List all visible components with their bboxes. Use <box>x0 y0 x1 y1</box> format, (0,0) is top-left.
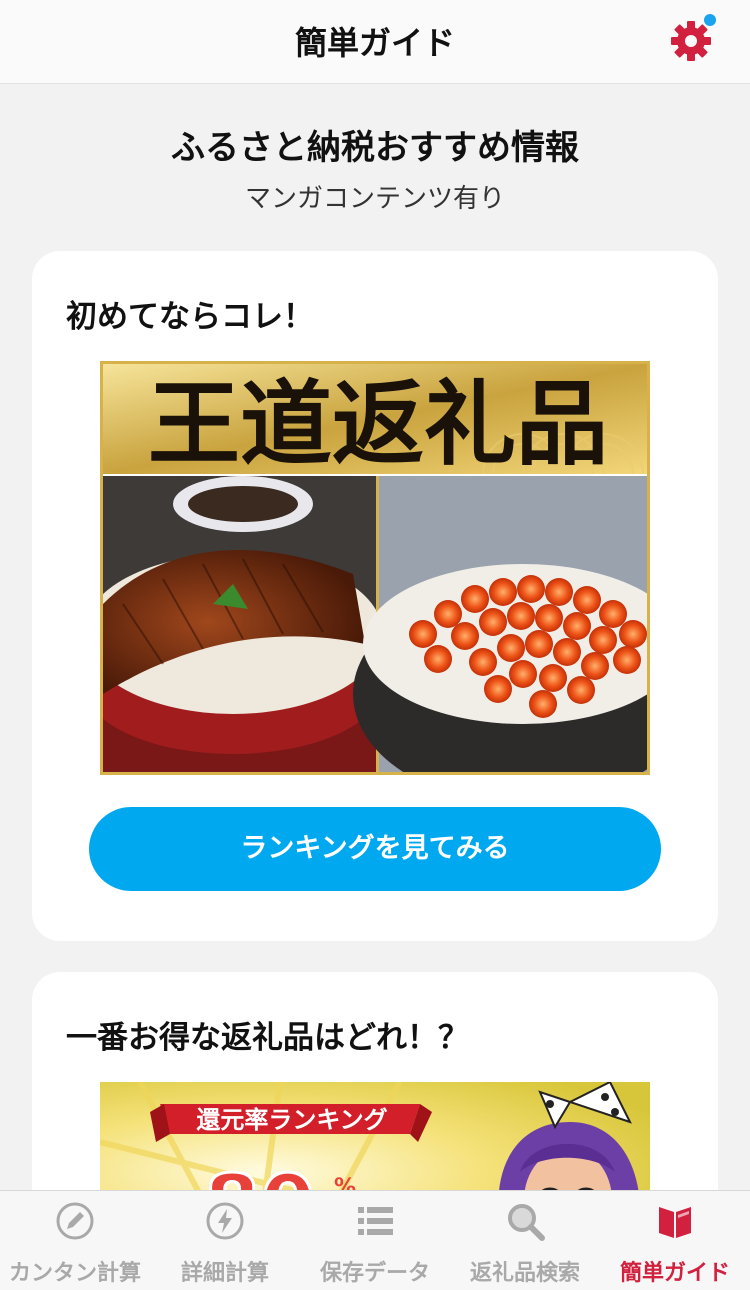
tab-label: 簡単ガイド <box>619 1261 730 1286</box>
book-icon <box>659 1207 691 1238</box>
tab-easy-calc[interactable]: カンタン計算 <box>0 1191 150 1290</box>
tab-label: 保存データ <box>319 1261 430 1286</box>
tab-label: カンタン計算 <box>8 1261 141 1286</box>
classic-gifts-banner[interactable]: 王道返礼品 <box>100 361 650 775</box>
banner-headline: 王道返礼品 <box>148 370 608 478</box>
section-subtitle: マンガコンテンツ有り <box>244 184 505 214</box>
notification-dot <box>702 12 718 28</box>
ranking-button[interactable]: ランキングを見てみる <box>89 807 661 891</box>
bottom-tab-bar: カンタン計算 詳細計算 保存データ 返礼品検索 簡単ガイド <box>0 1190 750 1290</box>
recommendation-card: 初めてならコレ！ 王道返礼品 ランキングを見てみる <box>32 251 718 941</box>
card-title: 一番お得な返礼品はどれ！？ <box>66 1020 469 1056</box>
navigation-header: 簡単ガイド <box>0 0 750 84</box>
card-title: 初めてならコレ！ <box>66 299 314 335</box>
tab-easy-guide[interactable]: 簡単ガイド <box>600 1191 750 1290</box>
section-title: ふるさと納税おすすめ情報 <box>171 128 579 168</box>
lightning-icon <box>206 1202 244 1240</box>
tab-saved-data[interactable]: 保存データ <box>300 1191 450 1290</box>
tab-gift-search[interactable]: 返礼品検索 <box>450 1191 600 1290</box>
pencil-icon <box>56 1202 94 1240</box>
list-icon <box>358 1207 393 1235</box>
tab-label: 詳細計算 <box>180 1261 269 1286</box>
page-title: 簡単ガイド <box>294 24 455 62</box>
tab-label: 返礼品検索 <box>469 1261 580 1286</box>
tab-detailed-calc[interactable]: 詳細計算 <box>150 1191 300 1290</box>
search-icon <box>508 1204 545 1241</box>
banner-ribbon-text: 還元率ランキング <box>196 1106 387 1134</box>
